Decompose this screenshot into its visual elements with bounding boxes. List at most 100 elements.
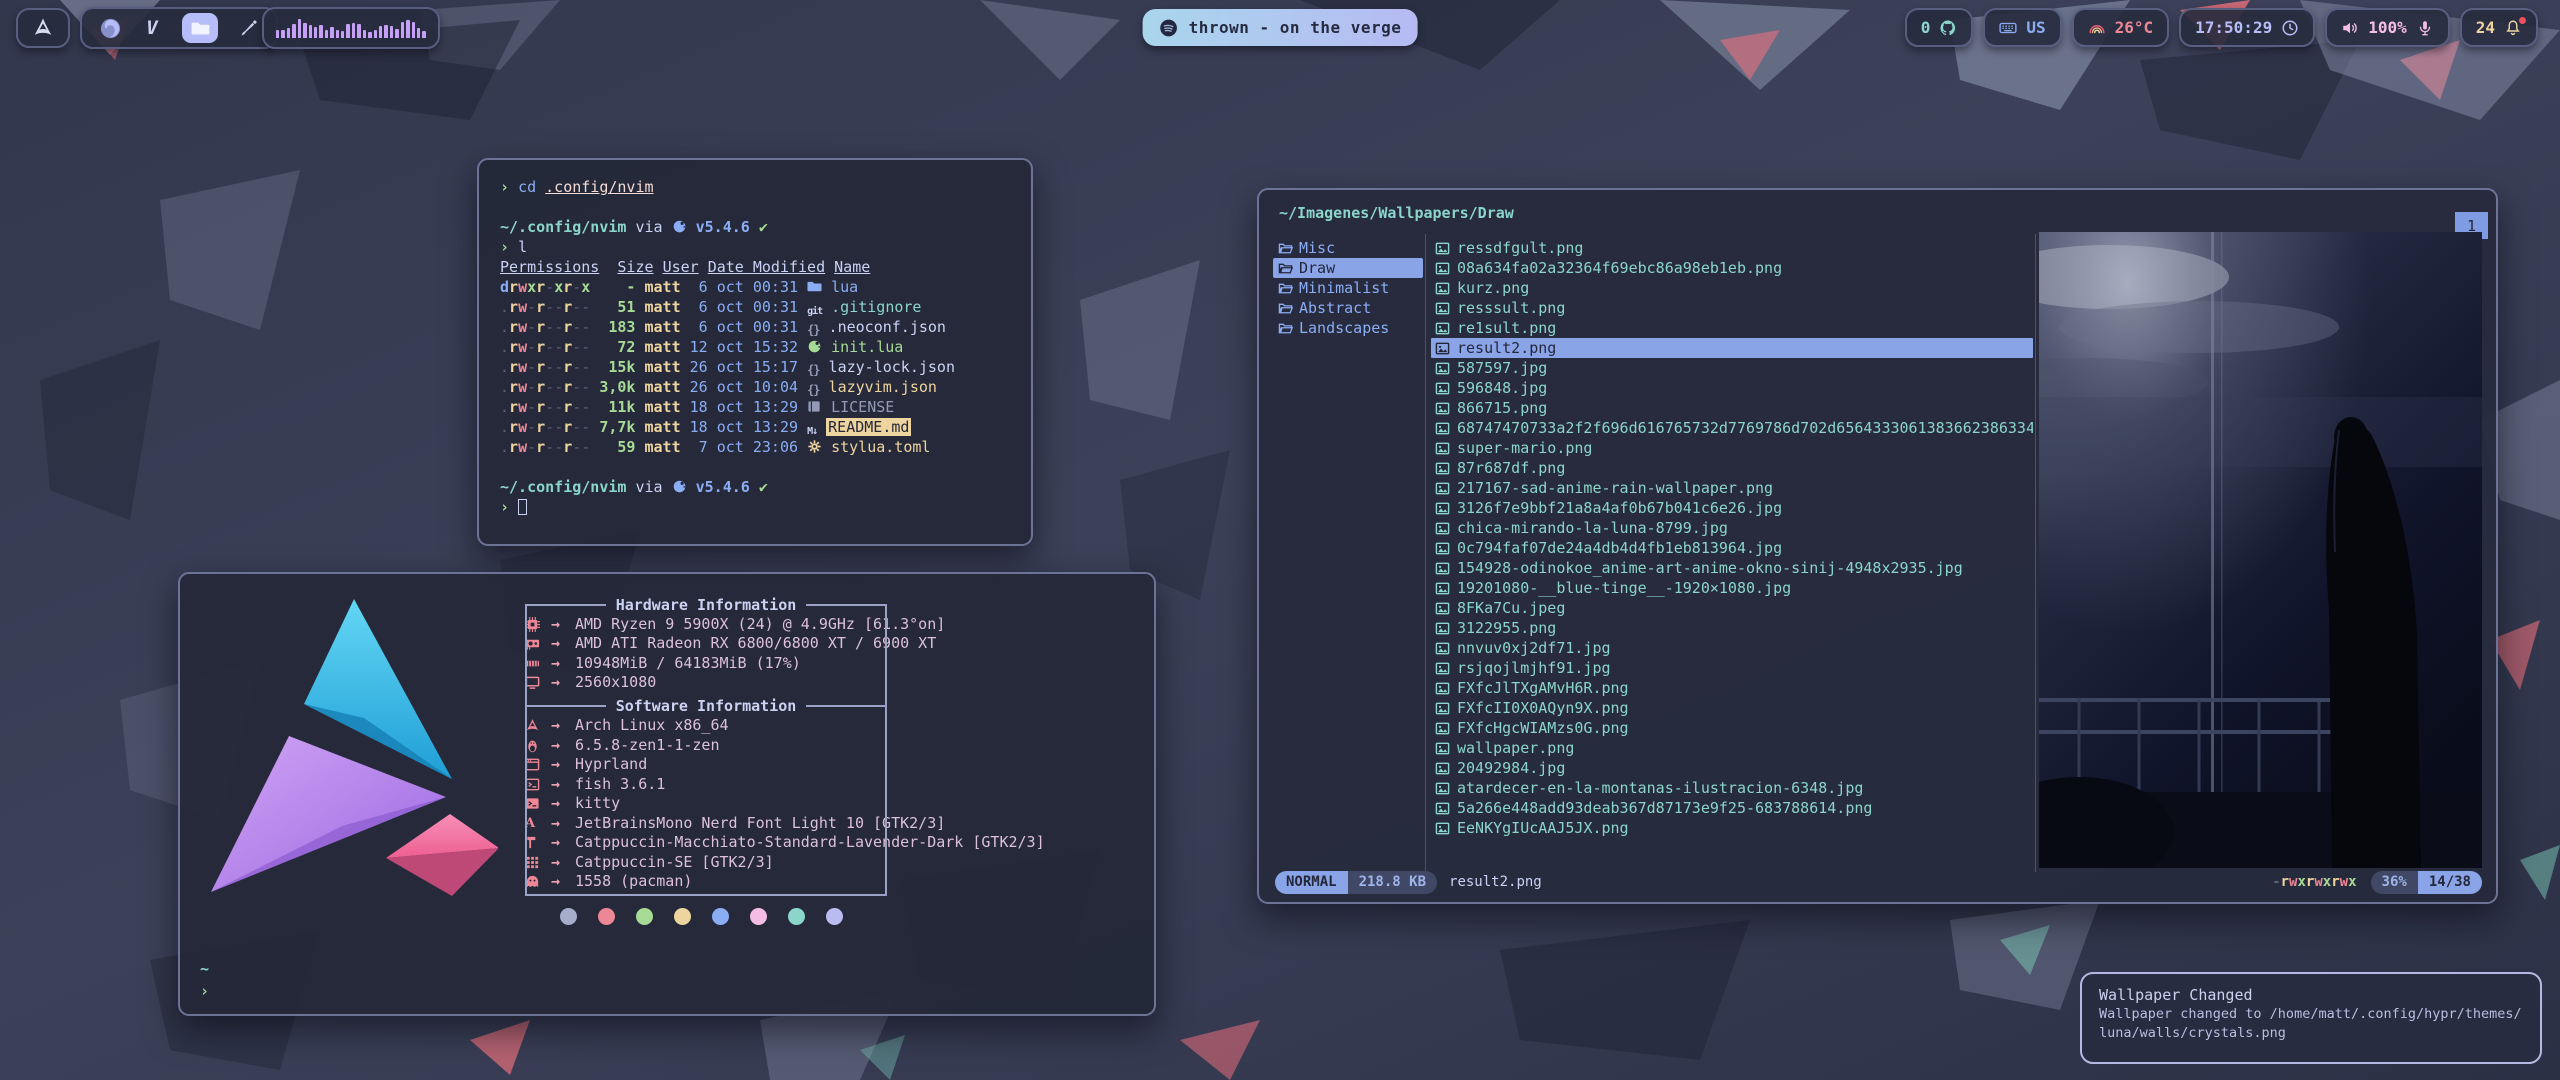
packages-icon <box>525 874 551 889</box>
notification-toast[interactable]: Wallpaper Changed Wallpaper changed to /… <box>2080 972 2542 1064</box>
visualizer-bar <box>357 24 360 38</box>
sidebar-item-draw[interactable]: Draw <box>1273 258 1423 278</box>
image-icon <box>1435 621 1450 636</box>
file-row[interactable]: 154928-odinokoe_anime-art-anime-okno-sin… <box>1431 558 2033 578</box>
folder-icon <box>807 279 822 294</box>
keyboard-layout-module[interactable]: US <box>1983 8 2061 47</box>
file-row[interactable]: 08a634fa02a32364f69ebc86a98eb1eb.png <box>1431 258 2033 278</box>
visualizer-bar <box>309 25 312 38</box>
file-row[interactable]: 217167-sad-anime-rain-wallpaper.png <box>1431 478 2033 498</box>
visualizer-bar <box>390 26 393 38</box>
fetch-info-row: →Catppuccin-SE [GTK2/3] <box>525 853 1150 873</box>
position-chip: 36% 14/38 <box>2371 871 2482 894</box>
sidebar-item-landscapes[interactable]: Landscapes <box>1273 318 1423 338</box>
scroll-percent: 36% <box>2371 871 2418 894</box>
box-line-left <box>525 605 527 895</box>
visualizer-bar <box>379 26 382 38</box>
visualizer-bar <box>330 27 333 38</box>
brush-icon[interactable] <box>236 16 260 40</box>
folder-open-icon <box>1278 301 1293 316</box>
audio-visualizer-widget[interactable] <box>262 7 440 49</box>
file-manager-dock-icon[interactable] <box>182 13 218 43</box>
file-row[interactable]: 5a266e448add93deab367d87173e9f25-6837886… <box>1431 798 2033 818</box>
github-notifications-module[interactable]: 0 <box>1905 8 1974 47</box>
app-dock: V <box>80 7 278 49</box>
file-row[interactable]: FXfcJlTXgAMvH6R.png <box>1431 678 2033 698</box>
moon-icon <box>672 479 687 494</box>
file-row[interactable]: FXfcHgcWIAMzs0G.png <box>1431 718 2033 738</box>
file-row[interactable]: 3126f7e9bbf21a8a4af0b67b041c6e26.jpg <box>1431 498 2033 518</box>
file-row[interactable]: 19201080-__blue-tinge__-1920×1080.jpg <box>1431 578 2033 598</box>
firefox-icon[interactable] <box>98 16 122 40</box>
media-player-widget[interactable]: thrown - on the verge <box>1143 9 1418 46</box>
terminal-body[interactable]: › cd .config/nvim~/.config/nvim via v5.4… <box>500 177 1010 517</box>
palette-dot <box>560 908 577 925</box>
sidebar-item-misc[interactable]: Misc <box>1273 238 1423 258</box>
image-icon <box>1435 721 1450 736</box>
palette-dot <box>788 908 805 925</box>
file-row[interactable]: wallpaper.png <box>1431 738 2033 758</box>
image-icon <box>1435 761 1450 776</box>
file-row[interactable]: ressdfgult.png <box>1431 238 2033 258</box>
audio-module[interactable]: 100% <box>2325 8 2450 47</box>
theme-icon <box>525 835 551 850</box>
image-icon <box>1435 521 1450 536</box>
visualizer-bar <box>363 30 366 38</box>
text-cursor[interactable] <box>518 499 527 515</box>
image-icon <box>1435 441 1450 456</box>
file-row[interactable]: super-mario.png <box>1431 438 2033 458</box>
vim-icon[interactable]: V <box>140 16 164 40</box>
visualizer-bar <box>336 30 339 38</box>
fetch-window: Hardware Information →AMD Ryzen 9 5900X … <box>178 572 1156 1016</box>
font-icon: A <box>525 814 551 834</box>
fetch-info-row: →Catppuccin-Macchiato-Standard-Lavender-… <box>525 833 1150 853</box>
file-row[interactable]: resssult.png <box>1431 298 2033 318</box>
mode-chip: NORMAL 218.8 KB <box>1275 871 1437 894</box>
file-row[interactable]: 866715.png <box>1431 398 2033 418</box>
tray-notifications-module[interactable]: 24 <box>2460 8 2538 47</box>
file-row[interactable]: 87r687df.png <box>1431 458 2033 478</box>
image-icon <box>1435 501 1450 516</box>
app-launcher-button[interactable] <box>16 8 70 48</box>
weather-module[interactable]: 26°C <box>2072 8 2170 47</box>
file-row[interactable]: rsjqojlmjhf91.jpg <box>1431 658 2033 678</box>
file-row[interactable]: kurz.png <box>1431 278 2033 298</box>
file-row[interactable]: result2.png <box>1431 338 2033 358</box>
folder-open-icon <box>1278 281 1293 296</box>
file-row[interactable]: 20492984.jpg <box>1431 758 2033 778</box>
visualizer-bar <box>292 24 295 38</box>
visualizer-bar <box>422 31 425 38</box>
image-icon <box>1435 561 1450 576</box>
file-row[interactable]: atardecer-en-la-montanas-ilustracion-634… <box>1431 778 2033 798</box>
folder-open-icon <box>1278 241 1293 256</box>
image-icon <box>1435 681 1450 696</box>
notification-title: Wallpaper Changed <box>2099 985 2523 1005</box>
file-row[interactable]: 3122955.png <box>1431 618 2033 638</box>
sidebar-item-abstract[interactable]: Abstract <box>1273 298 1423 318</box>
image-icon <box>1435 741 1450 756</box>
cpu-icon <box>525 617 551 632</box>
fetch-prompt-symbol[interactable]: › <box>200 982 209 1000</box>
status-bar: NORMAL 218.8 KB result2.png -rwxrwxrwx 3… <box>1275 870 2482 894</box>
file-row[interactable]: 587597.jpg <box>1431 358 2033 378</box>
fetch-info-row: →fish 3.6.1 <box>525 775 1150 795</box>
microphone-icon <box>2416 19 2434 37</box>
file-entry-row: .rw-r--r-- 11k matt 18 oct 13:29 LICENSE <box>500 397 1010 417</box>
file-row[interactable]: re1sult.png <box>1431 318 2033 338</box>
file-row[interactable]: chica-mirando-la-luna-8799.jpg <box>1431 518 2033 538</box>
visualizer-bar <box>281 30 284 38</box>
gpu-icon <box>525 636 551 651</box>
file-row[interactable]: 68747470733a2f2f696d616765732d7769786d70… <box>1431 418 2033 438</box>
sidebar-item-minimalist[interactable]: Minimalist <box>1273 278 1423 298</box>
file-row[interactable]: nnvuv0xj2df71.jpg <box>1431 638 2033 658</box>
clock-module[interactable]: 17:50:29 <box>2179 8 2315 47</box>
file-row[interactable]: EeNKYgIUcAAJ5JX.png <box>1431 818 2033 838</box>
file-row[interactable]: FXfcII0X0AQyn9X.png <box>1431 698 2033 718</box>
file-row[interactable]: 8FKa7Cu.jpeg <box>1431 598 2033 618</box>
visualizer-bar <box>325 30 328 38</box>
file-list-pane: ressdfgult.png08a634fa02a32364f69ebc86a9… <box>1431 238 2033 838</box>
keyboard-icon <box>1999 19 2017 37</box>
file-row[interactable]: 596848.jpg <box>1431 378 2033 398</box>
file-row[interactable]: 0c794faf07de24a4db4d4fb1eb813964.jpg <box>1431 538 2033 558</box>
image-icon <box>1435 661 1450 676</box>
